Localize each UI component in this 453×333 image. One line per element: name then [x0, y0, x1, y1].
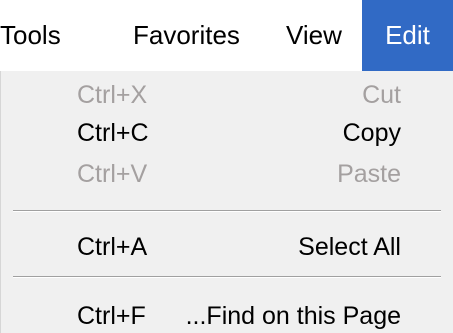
menu-favorites[interactable]: Favorites	[133, 0, 240, 71]
menu-item-cut-label: Cut	[362, 81, 401, 109]
menu-item-copy[interactable]: Ctrl+C Copy	[1, 113, 453, 153]
menu-separator	[13, 276, 441, 278]
menu-edit[interactable]: Edit	[362, 0, 453, 71]
menu-item-copy-label: Copy	[342, 119, 401, 147]
menu-item-select-all-label: Select All	[298, 233, 401, 261]
shortcut-ctrl-x: Ctrl+X	[77, 81, 148, 109]
shortcut-ctrl-a: Ctrl+A	[77, 233, 148, 261]
menu-view[interactable]: View	[286, 0, 342, 71]
menu-tools[interactable]: Tools	[0, 0, 61, 71]
menu-item-find-on-page-label: ...Find on this Page	[185, 302, 401, 330]
menu-item-select-all[interactable]: Ctrl+A Select All	[1, 227, 453, 267]
shortcut-ctrl-c: Ctrl+C	[77, 119, 149, 147]
menu-item-find-on-page[interactable]: Ctrl+F ...Find on this Page	[1, 296, 453, 333]
menu-item-paste-label: Paste	[337, 160, 401, 188]
menu-item-cut[interactable]: Ctrl+X Cut	[1, 75, 453, 115]
menu-separator	[13, 210, 441, 212]
menu-item-paste[interactable]: Ctrl+V Paste	[1, 154, 453, 194]
edit-dropdown-menu: Ctrl+X Cut Ctrl+C Copy Ctrl+V Paste Ctrl…	[0, 71, 453, 333]
menu-bar: Tools Favorites View Edit	[0, 0, 453, 71]
shortcut-ctrl-v: Ctrl+V	[77, 160, 148, 188]
shortcut-ctrl-f: Ctrl+F	[77, 302, 146, 330]
